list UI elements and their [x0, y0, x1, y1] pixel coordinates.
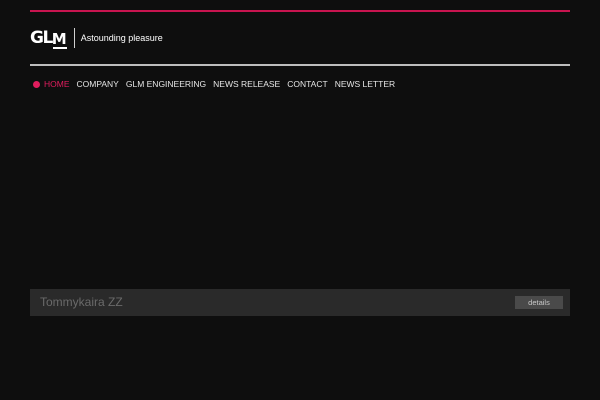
nav-item-news-release[interactable]: NEWS RELEASE	[213, 79, 280, 89]
page: GL M Astounding pleasure HOME COMPANY GLM…	[0, 0, 600, 400]
active-dot-icon	[33, 80, 40, 88]
top-accent-line	[30, 10, 570, 12]
nav-item-label: COMPANY	[76, 79, 119, 89]
nav-item-glm-engineering[interactable]: GLM ENGINEERING	[126, 79, 206, 89]
tagline: Astounding pleasure	[80, 33, 163, 43]
slide-title: Tommykaira ZZ	[40, 295, 123, 309]
nav-item-label: NEWS LETTER	[334, 79, 396, 89]
nav-divider	[30, 64, 570, 66]
brand[interactable]: GL M Astounding pleasure	[30, 28, 163, 49]
brand-divider	[73, 28, 75, 48]
nav-item-news-letter[interactable]: NEWS LETTER	[335, 79, 395, 89]
slide-caption-bar: Tommykaira ZZ details	[30, 289, 570, 316]
logo-gl: GL	[30, 28, 53, 48]
nav-item-label: HOME	[44, 79, 70, 89]
nav-item-label: CONTACT	[287, 79, 328, 89]
logo-m: M	[51, 30, 67, 49]
glm-logo[interactable]: GL M	[30, 28, 73, 49]
nav-item-company[interactable]: COMPANY	[77, 79, 119, 89]
main-nav: HOME COMPANY GLM ENGINEERING NEWS RELEAS…	[33, 77, 402, 91]
nav-item-label: NEWS RELEASE	[213, 79, 281, 89]
nav-item-label: GLM ENGINEERING	[125, 79, 207, 89]
nav-item-contact[interactable]: CONTACT	[287, 79, 327, 89]
details-button[interactable]: details	[515, 296, 563, 309]
nav-item-home[interactable]: HOME	[33, 79, 70, 89]
